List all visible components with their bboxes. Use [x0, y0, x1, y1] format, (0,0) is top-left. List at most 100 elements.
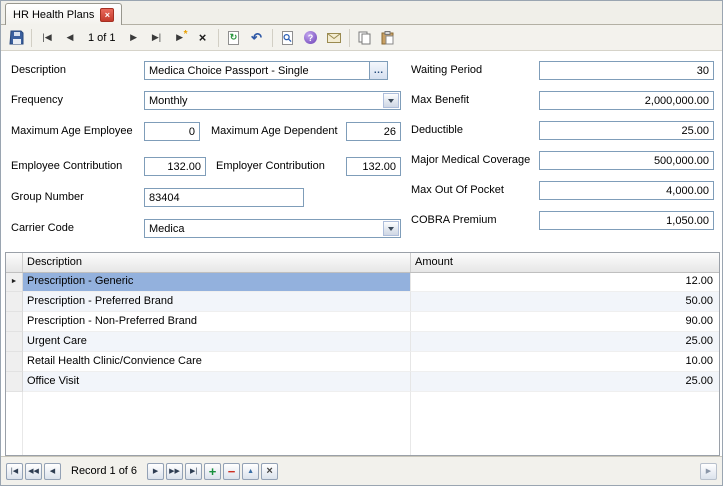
- frequency-label: Frequency: [11, 94, 63, 107]
- max-out-of-pocket-value: 4,000.00: [666, 185, 709, 197]
- cell-amount[interactable]: 25.00: [411, 332, 719, 352]
- close-icon: ×: [105, 10, 110, 20]
- row-indicator: ►: [6, 272, 23, 292]
- chevron-down-icon: [388, 227, 394, 231]
- copy-icon: [358, 31, 371, 45]
- cell-amount[interactable]: 12.00: [411, 272, 719, 292]
- nav-next-icon: ▶: [153, 468, 158, 475]
- column-header-description[interactable]: Description: [23, 253, 411, 272]
- maximum-age-dependent-input[interactable]: 26: [346, 122, 401, 141]
- cell-description[interactable]: Office Visit: [23, 372, 411, 392]
- delete-icon: ×: [199, 31, 207, 44]
- nav-next-page-button[interactable]: ▶▶: [166, 463, 183, 480]
- delete-record-button[interactable]: ×: [192, 28, 214, 48]
- cell-description[interactable]: Urgent Care: [23, 332, 411, 352]
- current-row-arrow-icon: ►: [11, 278, 18, 285]
- grid-row[interactable]: Retail Health Clinic/Convience Care 10.0…: [6, 352, 719, 372]
- cell-amount[interactable]: 25.00: [411, 372, 719, 392]
- minus-icon: −: [228, 465, 236, 478]
- frequency-value: Monthly: [149, 95, 188, 107]
- first-record-icon: |◀: [42, 33, 51, 42]
- cell-description[interactable]: Retail Health Clinic/Convience Care: [23, 352, 411, 372]
- last-record-button[interactable]: ▶|: [146, 28, 168, 48]
- grid-row[interactable]: Prescription - Preferred Brand 50.00: [6, 292, 719, 312]
- nav-next-button[interactable]: ▶: [147, 463, 164, 480]
- maximum-age-employee-label: Maximum Age Employee: [11, 125, 133, 138]
- deductible-input[interactable]: 25.00: [539, 121, 714, 140]
- row-indicator: [6, 332, 23, 352]
- employer-contribution-input[interactable]: 132.00: [346, 157, 401, 176]
- frequency-dropdown-button[interactable]: [383, 93, 399, 108]
- cell-amount[interactable]: 50.00: [411, 292, 719, 312]
- group-number-input[interactable]: 83404: [144, 188, 304, 207]
- tab-close-button[interactable]: ×: [100, 8, 114, 22]
- grid-row[interactable]: Urgent Care 25.00: [6, 332, 719, 352]
- toolbar-separator: [349, 29, 350, 47]
- description-lookup-button[interactable]: …: [369, 61, 388, 80]
- record-count-label: Record 1 of 6: [71, 465, 137, 477]
- next-record-button[interactable]: ▶: [123, 28, 145, 48]
- major-medical-coverage-label: Major Medical Coverage: [411, 154, 530, 167]
- nav-prev-button[interactable]: ◀: [44, 463, 61, 480]
- major-medical-coverage-input[interactable]: 500,000.00: [539, 151, 714, 170]
- nav-delete-row-button[interactable]: −: [223, 463, 240, 480]
- group-number-value: 83404: [149, 192, 180, 204]
- nav-cancel-edit-button[interactable]: ×: [261, 463, 278, 480]
- column-header-amount[interactable]: Amount: [411, 253, 719, 272]
- hr-health-plans-window: HR Health Plans × |◀ ◀ 1 of 1 ▶ ▶| ▶ * ×…: [0, 0, 723, 486]
- nav-prev-page-button[interactable]: ◀◀: [25, 463, 42, 480]
- previous-record-button[interactable]: ◀: [59, 28, 81, 48]
- frequency-select[interactable]: Monthly: [144, 91, 401, 110]
- undo-icon: ↶: [251, 31, 262, 44]
- new-record-button[interactable]: ▶ *: [169, 28, 191, 48]
- waiting-period-input[interactable]: 30: [539, 61, 714, 80]
- nav-append-row-button[interactable]: +: [204, 463, 221, 480]
- grid-row[interactable]: ► Prescription - Generic 12.00: [6, 272, 719, 292]
- print-preview-button[interactable]: [277, 28, 299, 48]
- carrier-code-select[interactable]: Medica: [144, 219, 401, 238]
- copy-button[interactable]: [354, 28, 376, 48]
- description-input[interactable]: Medica Choice Passport - Single: [144, 61, 370, 80]
- save-icon: [9, 30, 24, 45]
- employee-contribution-input[interactable]: 132.00: [144, 157, 206, 176]
- nav-last-button[interactable]: ▶|: [185, 463, 202, 480]
- cell-amount[interactable]: 90.00: [411, 312, 719, 332]
- max-benefit-input[interactable]: 2,000,000.00: [539, 91, 714, 110]
- refresh-button[interactable]: ↻: [223, 28, 245, 48]
- carrier-code-dropdown-button[interactable]: [383, 221, 399, 236]
- email-button[interactable]: [323, 28, 345, 48]
- major-medical-coverage-value: 500,000.00: [654, 155, 709, 167]
- maximum-age-dependent-value: 26: [384, 126, 396, 138]
- max-out-of-pocket-input[interactable]: 4,000.00: [539, 181, 714, 200]
- cobra-premium-label: COBRA Premium: [411, 214, 497, 227]
- maximum-age-employee-input[interactable]: 0: [144, 122, 200, 141]
- cancel-icon: ×: [266, 466, 272, 477]
- help-button[interactable]: ?: [300, 28, 322, 48]
- grid-row[interactable]: Office Visit 25.00: [6, 372, 719, 392]
- description-value: Medica Choice Passport - Single: [149, 65, 309, 77]
- cell-description[interactable]: Prescription - Preferred Brand: [23, 292, 411, 312]
- toolbar: |◀ ◀ 1 of 1 ▶ ▶| ▶ * × ↻ ↶ ?: [1, 25, 722, 51]
- cobra-premium-input[interactable]: 1,050.00: [539, 211, 714, 230]
- scroll-right-icon: ▶: [706, 468, 711, 475]
- record-position-text: 1 of 1: [88, 32, 116, 44]
- record-navigator: |◀ ◀◀ ◀ Record 1 of 6 ▶ ▶▶ ▶| + − ▲ × ▶: [1, 456, 722, 485]
- maximum-age-dependent-label: Maximum Age Dependent: [211, 125, 338, 138]
- employer-contribution-value: 132.00: [362, 161, 396, 173]
- nav-edit-row-button[interactable]: ▲: [242, 463, 259, 480]
- cell-description[interactable]: Prescription - Non-Preferred Brand: [23, 312, 411, 332]
- employer-contribution-label: Employer Contribution: [216, 160, 325, 173]
- save-button[interactable]: [5, 28, 27, 48]
- carrier-code-value: Medica: [149, 223, 184, 235]
- cell-description[interactable]: Prescription - Generic: [23, 272, 411, 292]
- nav-first-button[interactable]: |◀: [6, 463, 23, 480]
- last-record-icon: ▶|: [152, 33, 161, 42]
- undo-button[interactable]: ↶: [246, 28, 268, 48]
- scroll-right-button[interactable]: ▶: [700, 463, 717, 480]
- tab-hr-health-plans[interactable]: HR Health Plans ×: [5, 3, 122, 25]
- edit-arrow-icon: ▲: [247, 468, 254, 475]
- grid-row[interactable]: Prescription - Non-Preferred Brand 90.00: [6, 312, 719, 332]
- cell-amount[interactable]: 10.00: [411, 352, 719, 372]
- first-record-button[interactable]: |◀: [36, 28, 58, 48]
- paste-button[interactable]: [377, 28, 399, 48]
